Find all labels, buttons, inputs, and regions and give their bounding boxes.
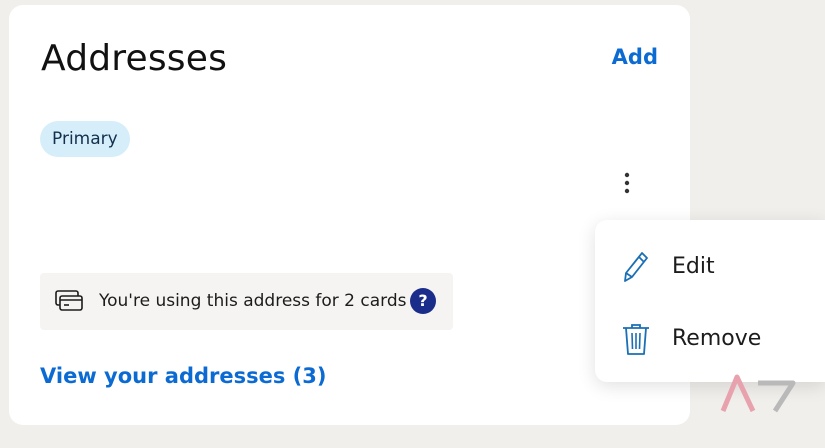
menu-item-remove[interactable]: Remove [595,308,825,368]
options-menu: Edit Remove [595,220,825,382]
menu-item-edit[interactable]: Edit [595,236,825,296]
more-options-icon[interactable] [615,171,639,195]
addresses-card: Addresses Add Primary You're using this … [9,5,690,425]
add-address-link[interactable]: Add [612,45,658,69]
help-icon[interactable]: ? [410,288,436,314]
trash-icon [621,322,651,356]
view-addresses-link[interactable]: View your addresses (3) [40,364,326,388]
primary-badge: Primary [40,121,130,157]
watermark-logo [720,374,796,414]
menu-item-label: Edit [672,254,715,279]
pencil-icon [621,250,651,284]
address-usage-info: You're using this address for 2 cards ? [40,273,453,330]
cards-icon [55,290,83,312]
menu-item-label: Remove [672,326,762,351]
page-title: Addresses [41,38,228,79]
usage-text: You're using this address for 2 cards [99,291,407,311]
